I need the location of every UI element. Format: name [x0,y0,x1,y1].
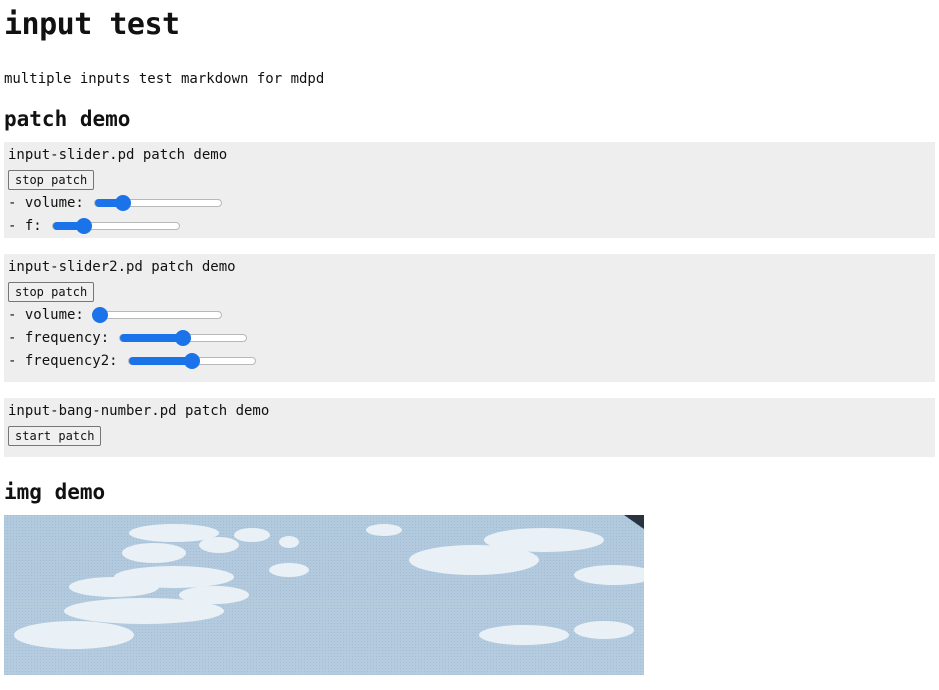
patch-panel-input-slider: input-slider.pd patch demo stop patch - … [4,142,935,238]
slider-thumb[interactable] [114,194,131,211]
patch-title: input-slider2.pd patch demo [8,259,236,275]
slider-fill [120,333,184,342]
f-control: - f: [8,214,931,237]
page: input test multiple inputs test markdown… [0,0,939,675]
stop-patch-button[interactable]: stop patch [8,282,95,302]
volume-label: - volume: [8,194,84,211]
patch-panel-input-bang-number: input-bang-number.pd patch demo start pa… [4,398,935,457]
page-title: input test [4,7,180,42]
start-patch-button[interactable]: start patch [8,426,102,446]
slider-thumb[interactable] [183,352,200,369]
f-slider[interactable] [51,217,180,234]
volume-label: - volume: [8,306,84,323]
demo-image-graphic [4,515,644,675]
volume-control: - volume: [8,191,931,214]
demo-image [4,515,644,675]
patch-title: input-slider.pd patch demo [8,147,228,163]
frequency-control: - frequency: [8,326,931,349]
slider-fill [128,356,192,365]
stop-patch-button[interactable]: stop patch [8,170,95,190]
frequency-label: - frequency: [8,329,110,346]
frequency-slider[interactable] [119,329,248,346]
frequency2-label: - frequency2: [8,352,118,369]
slider-thumb[interactable] [175,329,192,346]
patch-panel-input-slider2: input-slider2.pd patch demo stop patch -… [4,254,935,382]
intro-text: multiple inputs test markdown for mdpd [4,71,325,87]
volume-control: - volume: [8,303,931,326]
slider-thumb[interactable] [76,217,93,234]
volume-slider[interactable] [93,194,222,211]
frequency2-control: - frequency2: [8,349,931,372]
slider-thumb[interactable] [91,306,108,323]
f-label: - f: [8,217,42,234]
frequency2-slider[interactable] [127,352,256,369]
patch-demo-heading: patch demo [4,107,131,131]
img-demo-heading: img demo [4,480,106,504]
patch-title: input-bang-number.pd patch demo [8,403,270,419]
volume-slider[interactable] [91,306,222,323]
